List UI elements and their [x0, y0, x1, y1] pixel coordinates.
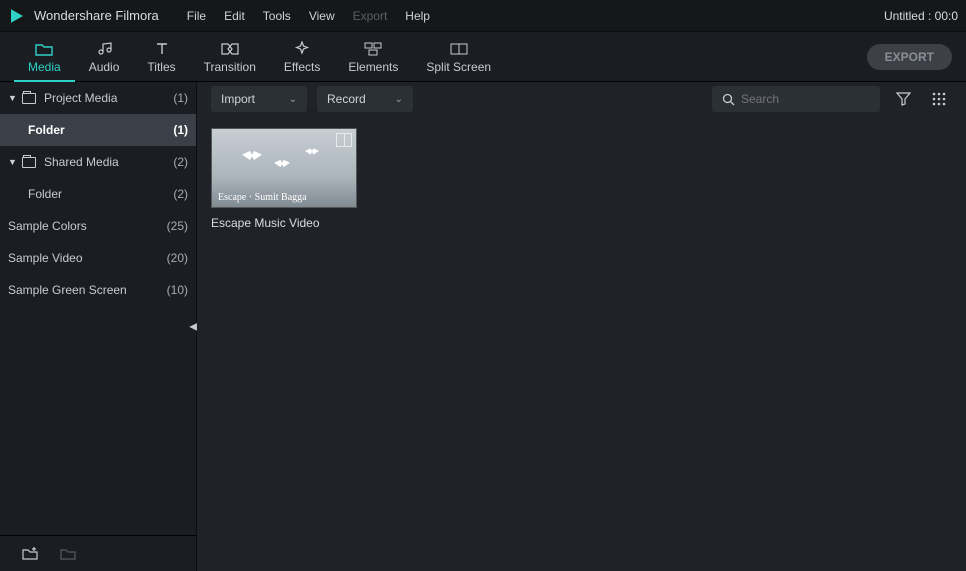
- filter-button[interactable]: [890, 86, 916, 112]
- music-icon: [96, 40, 112, 58]
- tab-media[interactable]: Media: [14, 32, 75, 82]
- import-dropdown[interactable]: Import ⌄: [211, 86, 307, 112]
- sidebar-item-sample-video[interactable]: Sample Video (20): [0, 242, 196, 274]
- effects-icon: [294, 40, 310, 58]
- tab-elements[interactable]: Elements: [334, 32, 412, 82]
- search-box[interactable]: [712, 86, 880, 112]
- sidebar-item-count: (20): [167, 251, 188, 265]
- sidebar-item-label: Shared Media: [44, 155, 173, 169]
- tab-transition[interactable]: Transition: [190, 32, 270, 82]
- menu-tools[interactable]: Tools: [263, 9, 291, 23]
- sidebar-item-sample-colors[interactable]: Sample Colors (25): [0, 210, 196, 242]
- transition-icon: [221, 40, 239, 58]
- tab-label: Effects: [284, 60, 320, 74]
- project-title: Untitled : 00:0: [884, 9, 958, 23]
- elements-icon: [364, 40, 382, 58]
- tab-effects[interactable]: Effects: [270, 32, 334, 82]
- dropdown-label: Record: [327, 92, 366, 106]
- new-folder-button[interactable]: [22, 546, 38, 562]
- folder-icon: [35, 40, 53, 58]
- delete-folder-button[interactable]: [60, 546, 76, 562]
- sidebar-item-label: Project Media: [44, 91, 173, 105]
- tab-label: Transition: [204, 60, 256, 74]
- sidebar-item-project-media[interactable]: ▼ Project Media (1): [0, 82, 196, 114]
- tab-titles[interactable]: Titles: [133, 32, 189, 82]
- sidebar-item-label: Folder: [28, 187, 173, 201]
- sidebar-collapse-handle[interactable]: ◀: [189, 321, 197, 332]
- tab-label: Split Screen: [426, 60, 491, 74]
- search-input[interactable]: [741, 92, 870, 106]
- folder-icon: [22, 93, 36, 104]
- media-caption: Escape Music Video: [211, 216, 357, 230]
- video-badge-icon: [336, 133, 352, 147]
- panel-toolbar: Import ⌄ Record ⌄: [197, 82, 966, 116]
- caret-down-icon: ▼: [8, 157, 18, 167]
- text-icon: [155, 40, 169, 58]
- sidebar-item-label: Folder: [28, 123, 173, 137]
- main-toolbar: Media Audio Titles Transition Effects El…: [0, 32, 966, 82]
- sidebar-item-count: (10): [167, 283, 188, 297]
- menu-export: Export: [353, 9, 388, 23]
- media-panel: Import ⌄ Record ⌄: [197, 82, 966, 571]
- media-thumbnails: Escape · Sumit Bagga Escape Music Video: [197, 116, 966, 242]
- sidebar-item-shared-media[interactable]: ▼ Shared Media (2): [0, 146, 196, 178]
- sidebar-item-count: (2): [173, 187, 188, 201]
- titlebar: Wondershare Filmora File Edit Tools View…: [0, 0, 966, 32]
- tab-label: Audio: [89, 60, 120, 74]
- media-item[interactable]: Escape · Sumit Bagga Escape Music Video: [211, 128, 357, 230]
- app-title: Wondershare Filmora: [34, 8, 159, 23]
- tab-label: Elements: [348, 60, 398, 74]
- sidebar-item-count: (1): [173, 91, 188, 105]
- chevron-down-icon: ⌄: [395, 94, 403, 105]
- caret-down-icon: ▼: [8, 93, 18, 103]
- tab-label: Titles: [147, 60, 175, 74]
- menu-edit[interactable]: Edit: [224, 9, 245, 23]
- sidebar: ▼ Project Media (1) Folder (1) ▼ Shared …: [0, 82, 197, 571]
- tab-audio[interactable]: Audio: [75, 32, 134, 82]
- sidebar-bottom-toolbar: [0, 535, 196, 571]
- tab-label: Media: [28, 60, 61, 74]
- sidebar-item-count: (25): [167, 219, 188, 233]
- sidebar-item-label: Sample Colors: [8, 219, 167, 233]
- menu-help[interactable]: Help: [405, 9, 430, 23]
- sidebar-item-label: Sample Video: [8, 251, 167, 265]
- sidebar-item-count: (1): [173, 123, 188, 137]
- menu-view[interactable]: View: [309, 9, 335, 23]
- menu-file[interactable]: File: [187, 9, 206, 23]
- search-icon: [722, 93, 735, 106]
- split-icon: [450, 40, 468, 58]
- sidebar-item-folder-1[interactable]: Folder (1): [0, 114, 196, 146]
- record-dropdown[interactable]: Record ⌄: [317, 86, 413, 112]
- folder-icon: [22, 157, 36, 168]
- menubar: File Edit Tools View Export Help: [187, 9, 430, 23]
- thumbnail-overlay-text: Escape · Sumit Bagga: [218, 192, 307, 203]
- view-grid-button[interactable]: [926, 86, 952, 112]
- chevron-down-icon: ⌄: [289, 94, 297, 105]
- dropdown-label: Import: [221, 92, 255, 106]
- sidebar-item-sample-green[interactable]: Sample Green Screen (10): [0, 274, 196, 306]
- tab-split-screen[interactable]: Split Screen: [412, 32, 505, 82]
- app-logo: [8, 7, 26, 25]
- sidebar-item-label: Sample Green Screen: [8, 283, 167, 297]
- export-button[interactable]: EXPORT: [867, 44, 952, 70]
- media-thumbnail: Escape · Sumit Bagga: [211, 128, 357, 208]
- sidebar-item-folder-2[interactable]: Folder (2): [0, 178, 196, 210]
- sidebar-item-count: (2): [173, 155, 188, 169]
